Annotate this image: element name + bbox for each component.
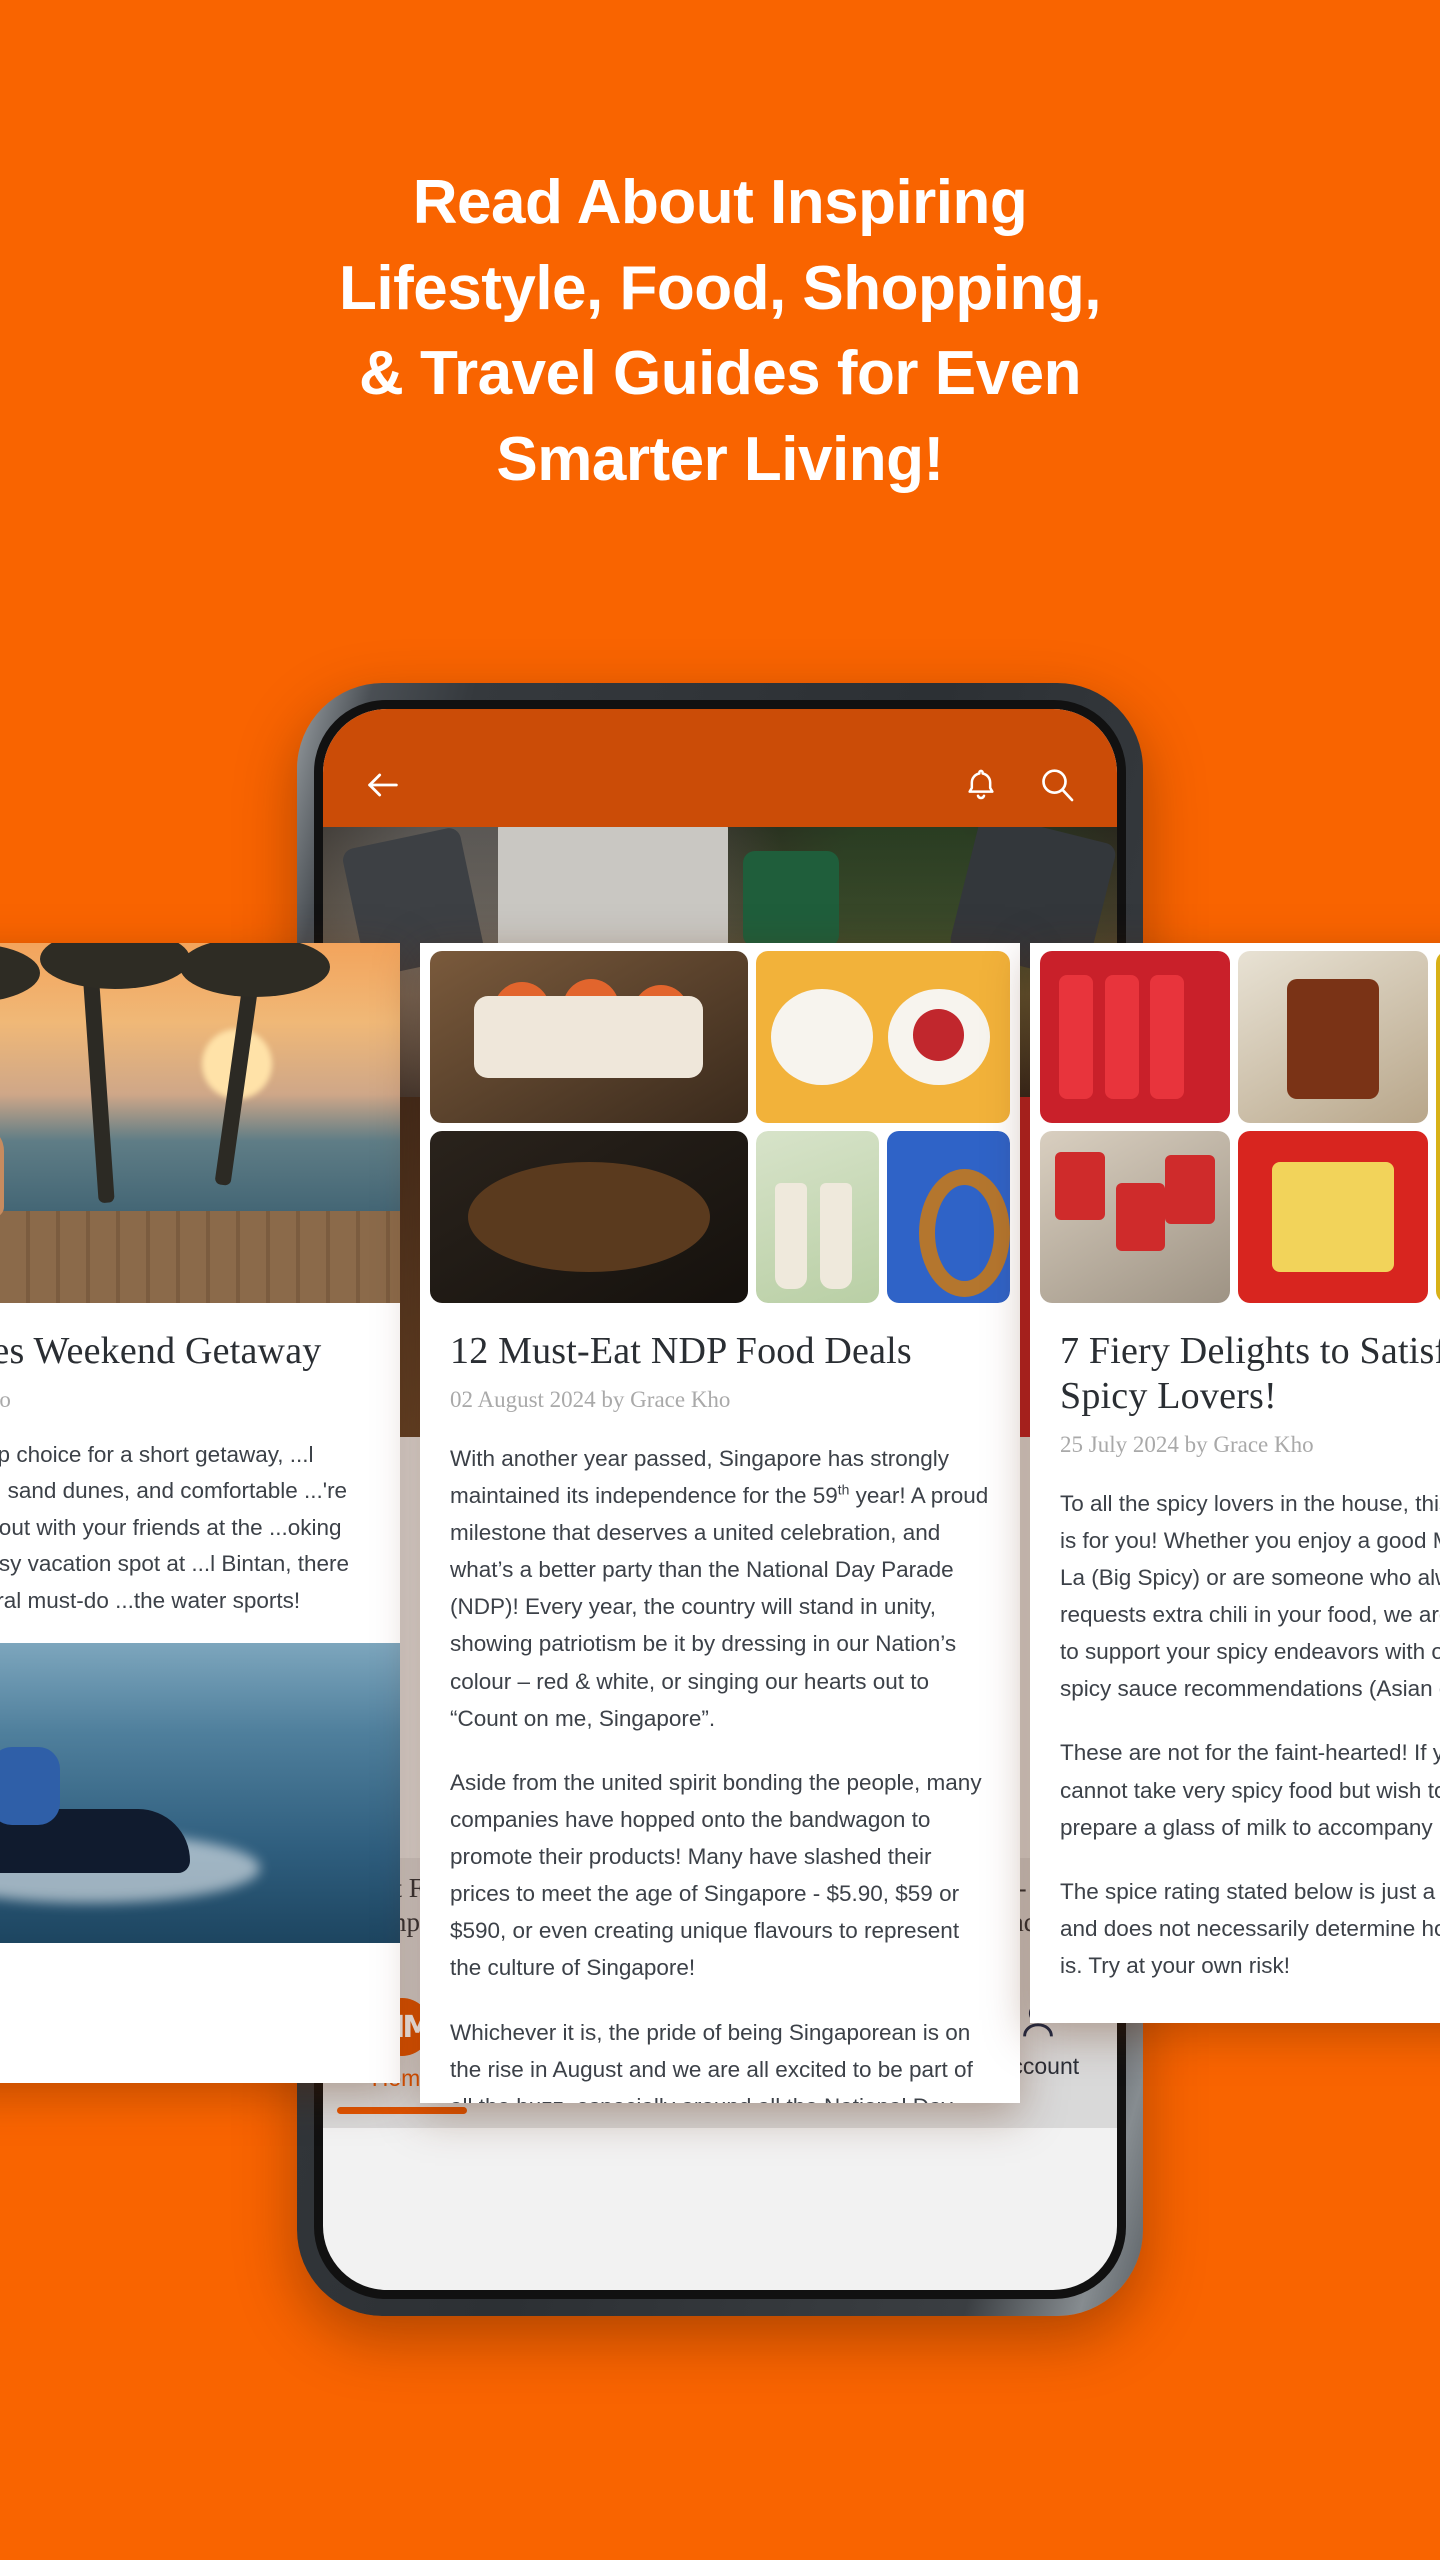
hero-decor-3 <box>743 851 839 947</box>
article-meta: 25 July 2024 by Grace Kho <box>1060 1431 1314 1457</box>
food-image-cake <box>755 951 1010 1123</box>
article-image-beach <box>0 943 400 1303</box>
article-paragraph-3: Whichever it is, the pride of being Sing… <box>450 2014 990 2103</box>
cake-decor <box>771 988 873 1086</box>
product-image-hot-sauce <box>1436 951 1440 1303</box>
food-image-noodles <box>430 1131 748 1303</box>
palm-tree-decor <box>81 952 115 1204</box>
article-card-middle-body: 12 Must-Eat NDP Food Deals 02 August 202… <box>420 1303 1020 2103</box>
product-image-chili-jar <box>1238 951 1428 1123</box>
palm-frond-decor <box>40 943 190 989</box>
article-meta: 02 August 2024 by Grace Kho <box>450 1386 731 1412</box>
article-image-grid <box>420 943 1020 1303</box>
food-image-bubble-tea <box>755 1131 879 1303</box>
page-title: Read About Inspiring Lifestyle, Food, Sh… <box>0 160 1440 502</box>
product-image-snack-spread <box>1040 1131 1230 1303</box>
article-card-middle[interactable]: 12 Must-Eat NDP Food Deals 02 August 202… <box>420 943 1020 2103</box>
snack-pack-decor <box>1165 1155 1215 1224</box>
prawn-decor <box>633 985 690 1042</box>
article-paragraph-3: The spice rating stated below is just a … <box>1060 1878 1440 1979</box>
article-card-right-body: 7 Fiery Delights to Satisfy Spicy Lovers… <box>1030 1303 1440 2023</box>
person-decor <box>0 1125 4 1217</box>
snack-pack-decor <box>1055 1151 1105 1221</box>
bottle-decor <box>1104 975 1139 1099</box>
article-paragraph-1: With another year passed, Singapore has … <box>450 1440 990 1737</box>
bottle-decor <box>1150 975 1185 1099</box>
product-image-korean-pack <box>1238 1131 1428 1303</box>
article-meta: ...race Kho <box>0 1386 11 1412</box>
palm-frond-decor <box>180 943 330 997</box>
arrow-left-icon[interactable] <box>363 765 403 805</box>
bell-icon[interactable] <box>961 765 1001 805</box>
article-image-jetski <box>0 1643 400 1944</box>
article-card-left-body: ...eaves Weekend Getaway ...race Kho ...… <box>0 1303 400 1619</box>
paragraph-part: Whichever it is, the pride of being Sing… <box>450 2019 973 2103</box>
search-icon[interactable] <box>1037 765 1077 805</box>
app-header <box>323 709 1117 827</box>
prawn-decor <box>493 981 550 1038</box>
ordinal-suffix: th <box>837 1481 850 1498</box>
cup-decor <box>775 1182 808 1290</box>
snack-pack-decor <box>1116 1182 1166 1252</box>
article-title: 7 Fiery Delights to Satisfy Spicy Lovers… <box>1060 1330 1440 1417</box>
article-paragraph-2: These are not for the faint-hearted! If … <box>1060 1740 1440 1840</box>
food-image-prawn <box>430 951 748 1123</box>
cup-decor <box>819 1182 852 1290</box>
bottle-decor <box>1059 975 1094 1099</box>
prawn-decor <box>563 978 620 1035</box>
page-title-line-1: Read About Inspiring <box>412 168 1028 237</box>
article-image-grid <box>1030 943 1440 1303</box>
page-title-line-2: Lifestyle, Food, Shopping, <box>339 253 1101 323</box>
article-paragraph: ...en a top choice for a short getaway, … <box>0 1441 350 1613</box>
article-card-left[interactable]: ...eaves Weekend Getaway ...race Kho ...… <box>0 943 400 2083</box>
article-paragraph-1: To all the spicy lovers in the house, th… <box>1060 1490 1440 1702</box>
active-tab-indicator <box>337 2107 468 2114</box>
food-image-pair <box>755 1131 1010 1303</box>
food-image-pretzel <box>886 1131 1010 1303</box>
article-paragraph-2: Aside from the united spirit bonding the… <box>450 1769 982 1981</box>
page-title-line-4: Smarter Living! <box>496 424 944 494</box>
article-title: 12 Must-Eat NDP Food Deals <box>450 1330 912 1372</box>
paragraph-part: year! A proud milestone that deserves a … <box>450 1482 989 1731</box>
rider-decor <box>0 1747 60 1826</box>
product-image-sauce-bottles <box>1040 951 1230 1123</box>
app-header-actions <box>961 765 1077 805</box>
deck-decor <box>0 1211 400 1303</box>
article-title: ...eaves Weekend Getaway <box>0 1330 322 1372</box>
article-card-right[interactable]: 7 Fiery Delights to Satisfy Spicy Lovers… <box>1030 943 1440 2023</box>
page-title-line-3: & Travel Guides for Even <box>359 339 1081 409</box>
cake-seal-decor <box>913 1009 965 1062</box>
palm-frond-decor <box>0 943 40 1003</box>
